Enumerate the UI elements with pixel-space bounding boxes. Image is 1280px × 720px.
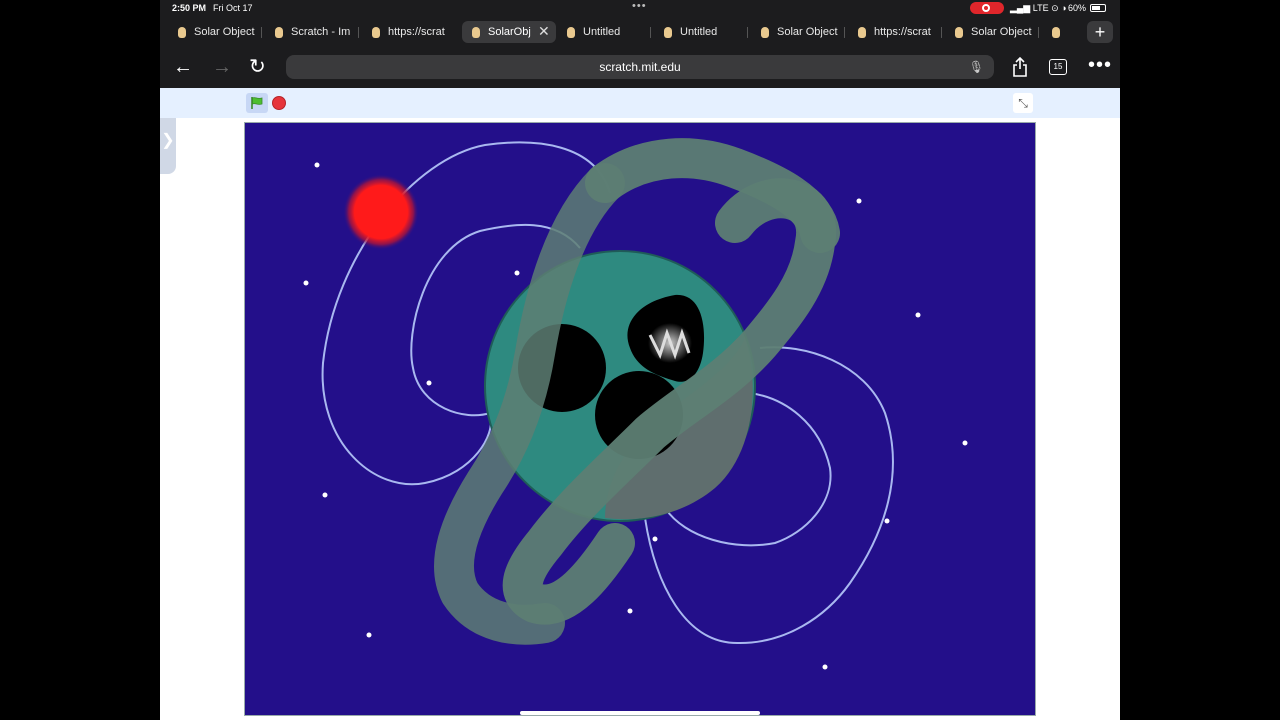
scratch-favicon-icon <box>858 27 866 38</box>
tab-label: https://scrat <box>388 26 445 38</box>
tab-count-button[interactable]: 15 <box>1049 59 1067 75</box>
battery-icon <box>1090 4 1106 12</box>
multitask-dots-icon[interactable]: ••• <box>632 0 647 12</box>
scratch-favicon-icon <box>1052 27 1060 38</box>
scratch-favicon-icon <box>372 27 380 38</box>
address-bar[interactable]: scratch.mit.edu 🎙 <box>286 55 994 79</box>
scratch-favicon-icon <box>664 27 672 38</box>
tab-bar: Solar Object Scratch - Im https://scrat … <box>160 18 1120 46</box>
status-date: Fri Oct 17 <box>213 3 253 13</box>
close-tab-icon[interactable]: ✕ <box>538 23 550 40</box>
scratch-favicon-icon <box>472 27 480 38</box>
scratch-favicon-icon <box>178 27 186 38</box>
tab-3-active[interactable]: SolarObj ✕ <box>462 21 556 43</box>
reload-icon[interactable]: ↻ <box>249 56 266 78</box>
microphone-icon[interactable]: 🎙 <box>969 55 984 79</box>
url-text: scratch.mit.edu <box>599 60 681 74</box>
tab-label: Solar Object <box>194 26 255 38</box>
tab-7[interactable]: https://scrat <box>848 21 942 43</box>
stop-button[interactable] <box>272 96 286 110</box>
stage-canvas[interactable] <box>245 123 1035 715</box>
new-tab-button[interactable]: + <box>1087 21 1113 43</box>
forward-arrow-icon[interactable]: → <box>212 56 232 78</box>
tab-overflow[interactable] <box>1042 21 1082 43</box>
tab-label: Scratch - Im <box>291 26 351 38</box>
tab-label: Untitled <box>583 26 621 38</box>
tab-4[interactable]: Untitled <box>557 21 651 43</box>
share-icon[interactable] <box>1012 56 1028 82</box>
tab-8[interactable]: Solar Object <box>945 21 1039 43</box>
scratch-favicon-icon <box>955 27 963 38</box>
scratch-favicon-icon <box>761 27 769 38</box>
scratch-stage[interactable] <box>244 122 1036 716</box>
tab-label: Solar Object <box>777 26 838 38</box>
tab-label: Solar Object <box>971 26 1032 38</box>
stage-header: ⤡ <box>160 88 1120 118</box>
more-icon[interactable]: ••• <box>1088 54 1112 76</box>
scratch-player-page: ❯ ⤡ <box>160 88 1120 720</box>
tab-label: SolarObj <box>488 26 531 38</box>
status-bar: 2:50 PM Fri Oct 17 ••• ▂▄▆ LTE ⊙ ◑ 60% <box>160 0 1120 16</box>
green-flag-icon <box>251 97 263 109</box>
tab-5[interactable]: Untitled <box>654 21 748 43</box>
tab-0[interactable]: Solar Object <box>168 21 262 43</box>
tab-label: https://scrat <box>874 26 931 38</box>
battery-percent: 60% <box>1068 3 1087 13</box>
tab-1[interactable]: Scratch - Im <box>265 21 359 43</box>
tab-label: Untitled <box>680 26 718 38</box>
tab-6[interactable]: Solar Object <box>751 21 845 43</box>
home-indicator <box>520 711 760 715</box>
scratch-favicon-icon <box>275 27 283 38</box>
signal-label: ▂▄▆ LTE ⊙ ◑ <box>1010 3 1067 13</box>
red-sun <box>343 174 419 250</box>
browser-toolbar: ← → ↻ scratch.mit.edu 🎙 15 ••• <box>160 48 1120 86</box>
tab-2[interactable]: https://scrat <box>362 21 456 43</box>
network-type: LTE <box>1032 3 1049 13</box>
scratch-favicon-icon <box>567 27 575 38</box>
status-time: 2:50 PM <box>172 3 207 13</box>
green-flag-button[interactable] <box>246 93 268 113</box>
back-arrow-icon[interactable]: ← <box>173 56 193 78</box>
browser-window: 2:50 PM Fri Oct 17 ••• ▂▄▆ LTE ⊙ ◑ 60% S… <box>160 0 1120 720</box>
exit-fullscreen-icon[interactable]: ⤡ <box>1013 93 1033 113</box>
screen-recording-indicator <box>970 2 1004 14</box>
